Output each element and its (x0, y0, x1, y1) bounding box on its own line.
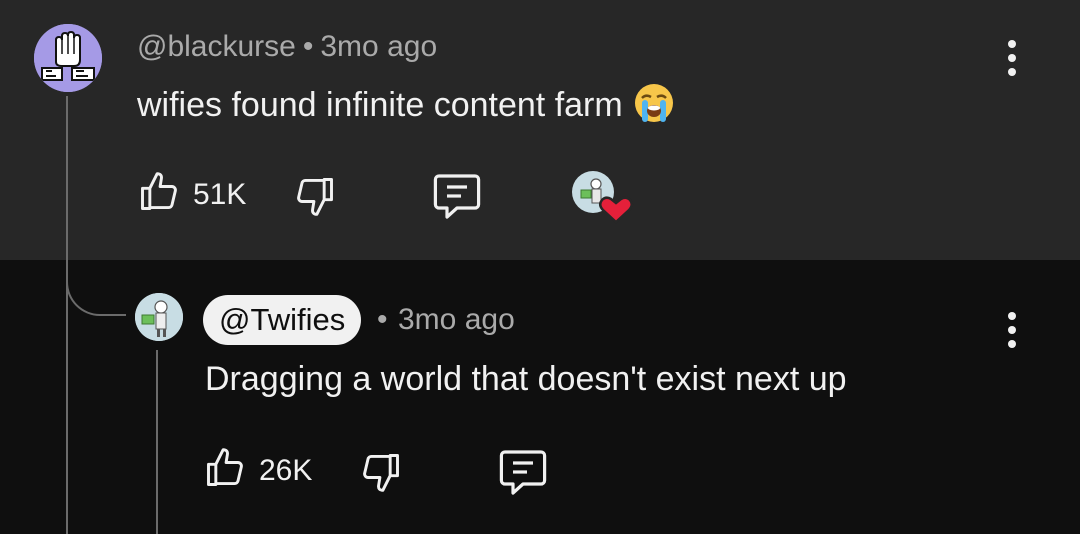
hearted-by-creator-icon (572, 171, 633, 224)
thread-line (66, 96, 68, 534)
thumbs-down-icon[interactable] (359, 450, 403, 494)
loudly-crying-face-icon (634, 84, 673, 122)
reply-icon[interactable] (497, 446, 549, 496)
thumbs-up-icon[interactable] (203, 446, 247, 490)
like-count: 51K (193, 178, 247, 211)
reply-age: 3mo ago (398, 303, 515, 336)
hearted-by-creator-badge (571, 170, 635, 226)
hand-avatar-icon (34, 24, 102, 92)
comment-age: 3mo ago (320, 30, 438, 63)
twifies-avatar-icon (135, 293, 183, 341)
more-vert-icon[interactable] (1007, 40, 1017, 82)
comment-text: wifies found infinite content farm (137, 82, 675, 125)
reply-like-count: 26K (259, 454, 313, 487)
reply-thread-line (156, 350, 158, 534)
avatar[interactable] (34, 24, 102, 92)
thumbs-down-icon[interactable] (293, 174, 337, 218)
author-handle[interactable]: @blackurse (137, 30, 296, 63)
separator-dot: • (302, 30, 314, 63)
reply-avatar[interactable] (135, 293, 183, 341)
reply-icon[interactable] (431, 170, 483, 220)
more-vert-icon[interactable] (1007, 312, 1017, 354)
comment-meta: @blackurse • 3mo ago (137, 30, 437, 64)
creator-handle-chip[interactable]: @Twifies (203, 295, 362, 345)
separator-dot: • (377, 303, 388, 336)
reply-text: Dragging a world that doesn't exist next… (205, 360, 847, 398)
thumbs-up-icon[interactable] (137, 170, 181, 214)
comment-body: wifies found infinite content farm (137, 86, 623, 124)
